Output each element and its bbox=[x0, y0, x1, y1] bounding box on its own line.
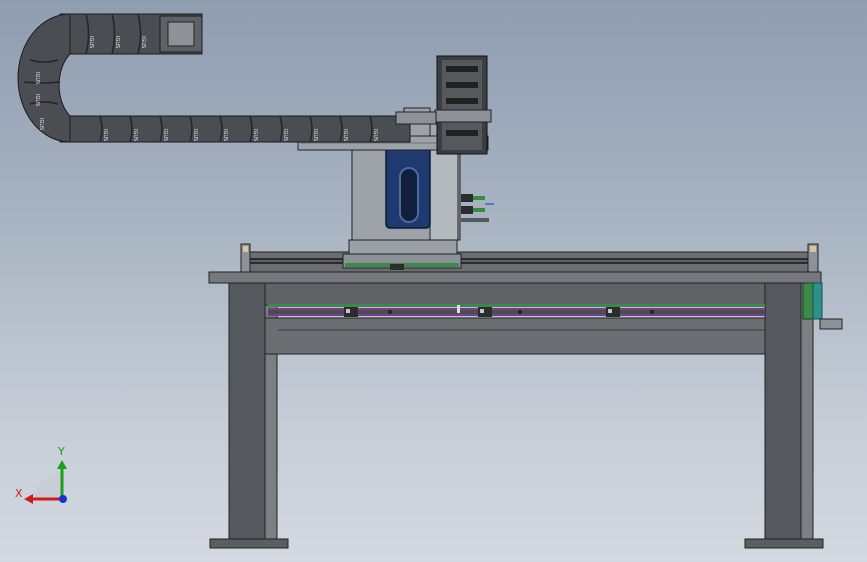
end-motor-teal bbox=[812, 282, 823, 320]
right-foot bbox=[744, 538, 824, 549]
vertical-cable-chain bbox=[434, 55, 492, 155]
rail-purple-top bbox=[268, 308, 765, 310]
chain-link-label: IGUS bbox=[222, 129, 228, 141]
main-beam bbox=[208, 271, 843, 355]
y-axis-label: Y bbox=[57, 445, 65, 458]
rail-purple-bottom bbox=[268, 314, 765, 316]
chain-link-label: IGUS bbox=[192, 129, 198, 141]
left-leg bbox=[228, 282, 266, 542]
end-motor-green bbox=[802, 282, 814, 320]
chain-link-label: IGUS bbox=[312, 129, 318, 141]
upright-panel bbox=[429, 149, 459, 241]
beam-top-plate bbox=[208, 271, 822, 284]
beam-lower bbox=[264, 317, 766, 355]
chain-link-label: IGUS bbox=[114, 36, 120, 48]
coordinate-triad: X Y bbox=[15, 445, 67, 504]
chain-link-label: IGUS bbox=[102, 129, 108, 141]
carriage-base-plate bbox=[348, 239, 458, 255]
chain-link-label: IGUS bbox=[38, 118, 44, 130]
rail-green bbox=[268, 304, 765, 307]
chain-link-label: IGUS bbox=[34, 94, 40, 106]
cable-drag-chain: IGUS IGUS IGUS IGUS IGUS IGUS IGUS IGUS IGUS IGUS… bbox=[17, 13, 437, 143]
chain-link-label: IGUS bbox=[34, 72, 40, 84]
gantry-model-view[interactable]: IGUS IGUS IGUS IGUS IGUS IGUS IGUS IGUS IGUS IGUS… bbox=[0, 0, 867, 562]
chain-link-label: IGUS bbox=[252, 129, 258, 141]
chain-link-label: IGUS bbox=[372, 129, 378, 141]
chain-link-label: IGUS bbox=[282, 129, 288, 141]
sensors bbox=[461, 194, 494, 222]
chain-link-label: IGUS bbox=[162, 129, 168, 141]
chain-link-label: IGUS bbox=[140, 36, 146, 48]
rail-dark bbox=[268, 310, 765, 314]
chain-link-label: IGUS bbox=[342, 129, 348, 141]
chain-link-label: IGUS bbox=[132, 129, 138, 141]
beam-upper bbox=[264, 282, 766, 306]
chain-link-label: IGUS bbox=[88, 36, 94, 48]
right-leg bbox=[764, 282, 802, 542]
end-bracket bbox=[819, 318, 843, 330]
z-axis-dot bbox=[59, 495, 67, 503]
cad-viewport[interactable]: IGUS IGUS IGUS IGUS IGUS IGUS IGUS IGUS IGUS IGUS… bbox=[0, 0, 867, 562]
right-leg-inner bbox=[800, 282, 814, 542]
left-foot bbox=[209, 538, 289, 549]
x-axis-label: X bbox=[15, 487, 23, 500]
x-axis-rail bbox=[240, 243, 819, 273]
